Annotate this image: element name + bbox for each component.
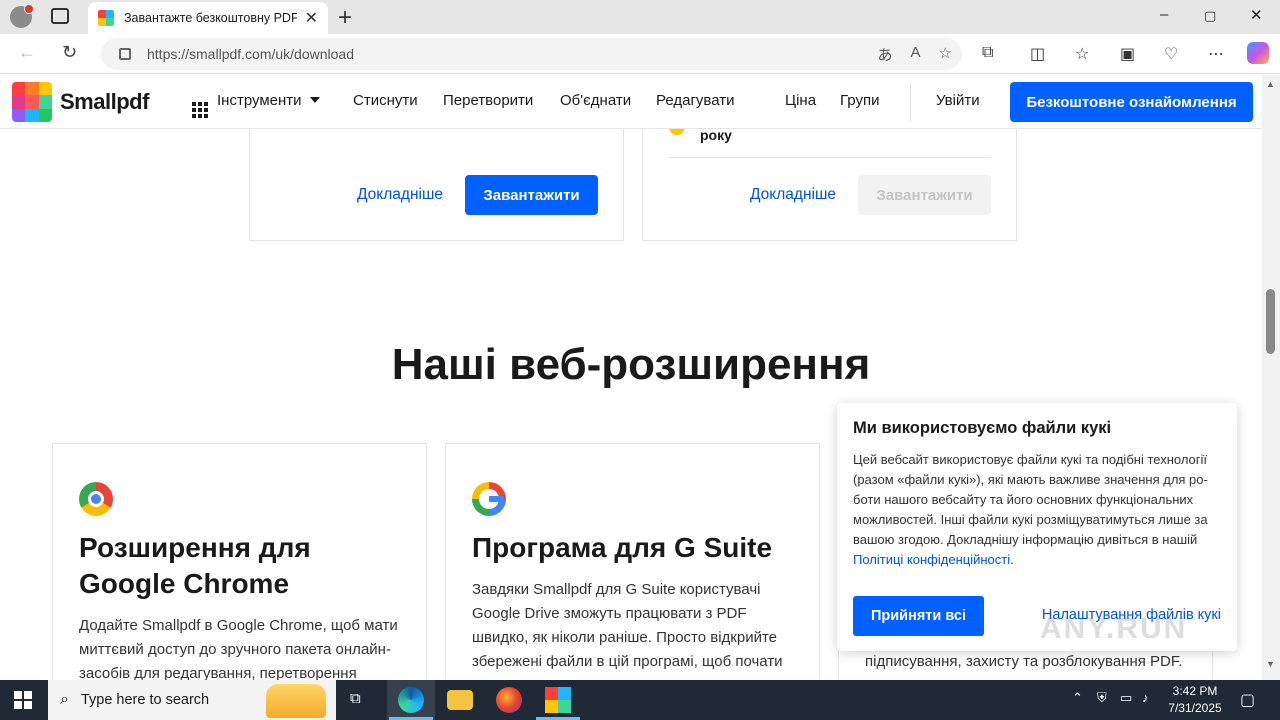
- free-trial-button[interactable]: Безкоштовне ознайомлення: [1010, 82, 1253, 122]
- clock-time: 3:42 PM: [1172, 684, 1218, 698]
- nav-merge[interactable]: Об'єднати: [560, 92, 631, 109]
- nav-edit[interactable]: Редагувати: [656, 92, 735, 109]
- search-icon: ⌕: [60, 691, 69, 708]
- volume-icon[interactable]: ♪: [1142, 690, 1149, 705]
- maximize-button[interactable]: ▢: [1204, 8, 1216, 24]
- smallpdf-logo[interactable]: Smallpdf: [12, 82, 149, 122]
- apps-grid-icon: [192, 102, 208, 118]
- favorites-icon[interactable]: ☆: [1075, 44, 1089, 64]
- gsuite-card[interactable]: Програма для G Suite Завдяки Smallpdf дл…: [445, 443, 820, 680]
- browser-navbar: ← ↻ https://smallpdf.com/uk/download あ A…: [0, 34, 1280, 74]
- taskbar-clock[interactable]: 3:42 PM 7/31/2025: [1158, 683, 1232, 717]
- chevron-down-icon: [309, 97, 320, 103]
- collections-icon[interactable]: ▣: [1120, 44, 1135, 64]
- cookie-suffix: .: [1010, 552, 1014, 567]
- card-text: підписування, захисту та розблокування P…: [865, 653, 1183, 670]
- card-title: Програма для G Suite: [472, 532, 773, 563]
- nav-convert[interactable]: Перетворити: [443, 92, 533, 109]
- cookie-body: Цей вебсайт використовує файли кукі та п…: [853, 452, 1208, 547]
- accept-all-cookies-button[interactable]: Прийняти всі: [853, 596, 984, 636]
- tools-menu[interactable]: Інструменти: [192, 92, 320, 118]
- smallpdf-taskbar-icon[interactable]: [545, 687, 571, 713]
- nav-compress[interactable]: Стиснути: [353, 92, 418, 109]
- tab-close-icon[interactable]: ✕: [305, 8, 318, 28]
- smallpdf-favicon-icon: [98, 10, 114, 26]
- anyrun-watermark: ANY.RUN: [1040, 612, 1188, 645]
- copilot-icon[interactable]: [1247, 42, 1269, 64]
- notifications-icon[interactable]: ▢: [1240, 690, 1255, 710]
- task-view-icon[interactable]: ⧉: [350, 690, 361, 707]
- windows-start-icon[interactable]: [14, 691, 32, 709]
- site-header: Smallpdf Інструменти Стиснути Перетворит…: [0, 75, 1262, 129]
- cookie-text: Цей вебсайт використовує файли кукі та п…: [853, 450, 1221, 570]
- nav-pricing[interactable]: Ціна: [785, 92, 816, 109]
- more-options-icon[interactable]: ⋯: [1208, 44, 1224, 64]
- card-divider: [669, 157, 991, 158]
- scroll-down-icon[interactable]: ▼: [1266, 659, 1275, 669]
- show-hidden-icons-icon[interactable]: ⌃: [1072, 690, 1083, 706]
- learn-more-link[interactable]: Докладніше: [357, 186, 443, 204]
- feature-text: року: [700, 127, 732, 143]
- network-icon[interactable]: ▭: [1120, 690, 1132, 706]
- logo-text: Smallpdf: [60, 89, 149, 114]
- chrome-icon: [79, 482, 113, 516]
- section-heading: Наші веб-розширення: [391, 340, 871, 389]
- learn-more-link-2[interactable]: Докладніше: [750, 186, 836, 204]
- browser-tab[interactable]: Завантажте безкоштовну PDF-п ✕: [88, 2, 328, 34]
- back-arrow-icon[interactable]: ←: [18, 42, 36, 63]
- page-scrollbar[interactable]: ▲ ▼: [1262, 75, 1280, 680]
- search-highlight-flowers-icon: [266, 684, 326, 718]
- card-title: Розширення для Google Chrome: [79, 532, 311, 599]
- card-text: Додайте Smallpdf в Google Chrome, щоб ма…: [79, 617, 398, 680]
- scrollbar-thumb[interactable]: [1266, 289, 1275, 354]
- split-screen-icon[interactable]: ◫: [1030, 44, 1045, 64]
- close-window-button[interactable]: ✕: [1250, 6, 1263, 24]
- privacy-policy-link[interactable]: Політиці конфіденційності: [853, 552, 1010, 567]
- file-explorer-icon[interactable]: [447, 690, 473, 710]
- favorite-star-icon[interactable]: ☆: [939, 44, 952, 65]
- tools-label: Інструменти: [217, 92, 302, 109]
- site-info-icon[interactable]: [119, 48, 131, 60]
- tab-title: Завантажте безкоштовну PDF-п: [124, 11, 297, 25]
- firefox-taskbar-icon[interactable]: [496, 687, 522, 713]
- tab-actions-icon[interactable]: [51, 8, 69, 24]
- smallpdf-logo-icon: [12, 82, 52, 122]
- google-g-icon: [472, 482, 506, 516]
- url-text: https://smallpdf.com/uk/download: [147, 46, 354, 62]
- address-bar[interactable]: https://smallpdf.com/uk/download あ A ☆: [101, 38, 962, 70]
- page-viewport: Smallpdf Інструменти Стиснути Перетворит…: [0, 75, 1262, 680]
- edge-taskbar-icon[interactable]: [398, 687, 424, 713]
- scroll-up-icon[interactable]: ▲: [1266, 79, 1275, 89]
- cookie-title: Ми використовуємо файли кукі: [853, 419, 1112, 437]
- read-aloud-icon[interactable]: A: [911, 44, 921, 65]
- search-placeholder: Type here to search: [80, 692, 210, 708]
- login-link[interactable]: Увійти: [936, 92, 980, 109]
- refresh-icon[interactable]: ↻: [62, 42, 77, 63]
- header-divider: [910, 83, 911, 121]
- browser-tabstrip: Завантажте безкоштовну PDF-п ✕ + – ▢ ✕: [0, 0, 1280, 34]
- minimize-button[interactable]: –: [1160, 6, 1168, 23]
- translate-icon[interactable]: あ: [878, 44, 893, 65]
- taskbar-search[interactable]: ⌕ Type here to search: [48, 680, 336, 720]
- defender-icon[interactable]: ⛨: [1097, 690, 1107, 706]
- windows-taskbar: ⌕ Type here to search ⧉ ⌃ ⛨ ▭ ♪ 3:42 PM …: [0, 680, 1280, 720]
- clock-date: 7/31/2025: [1168, 701, 1222, 715]
- card-text: Завдяки Smallpdf для G Suite користувачі…: [472, 581, 783, 670]
- download-button[interactable]: Завантажити: [465, 175, 598, 215]
- profile-avatar-icon[interactable]: [10, 4, 34, 28]
- extensions-icon[interactable]: ⧉: [982, 44, 993, 62]
- nav-teams[interactable]: Групи: [840, 92, 879, 109]
- chrome-extension-card[interactable]: Розширення для Google Chrome Додайте Sma…: [52, 443, 427, 680]
- new-tab-button[interactable]: +: [338, 4, 352, 32]
- download-button-disabled: Завантажити: [858, 175, 991, 215]
- browser-essentials-icon[interactable]: ♡: [1164, 44, 1178, 64]
